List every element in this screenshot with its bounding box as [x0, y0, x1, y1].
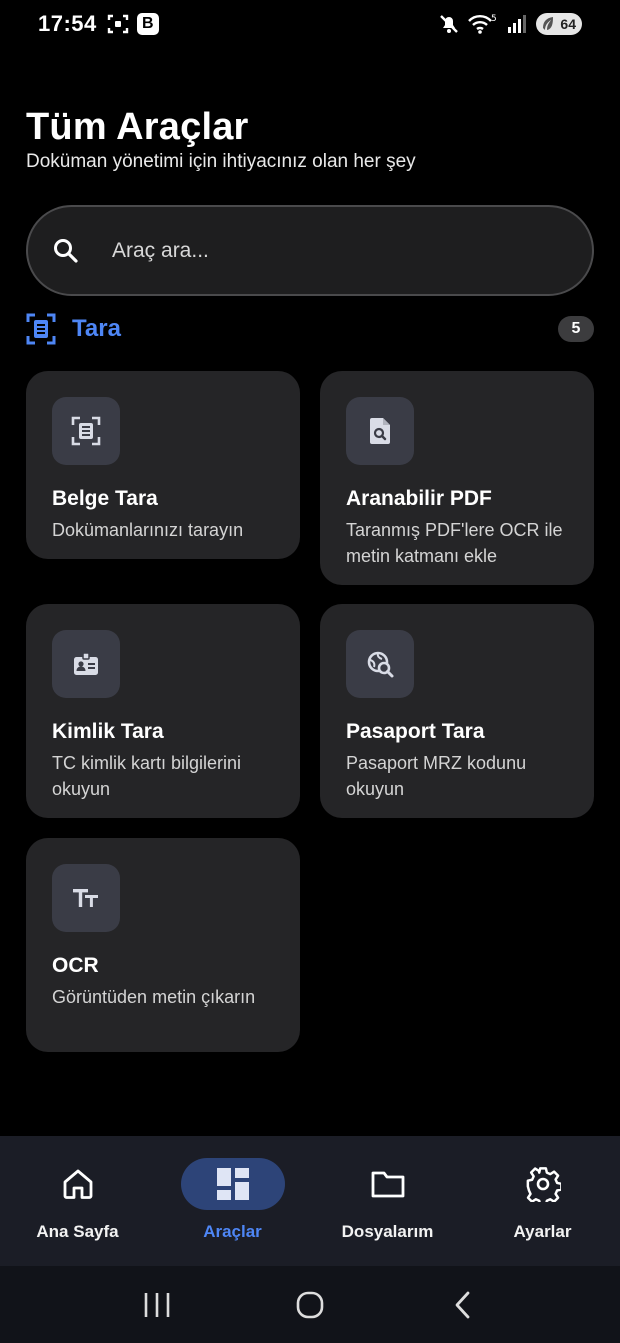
status-system-icons: 5 64	[438, 13, 582, 35]
tool-card-ocr[interactable]: OCR Görüntüden metin çıkarın	[26, 838, 300, 1052]
searchable-pdf-icon	[370, 418, 390, 444]
status-notification-icons: B	[107, 13, 159, 35]
document-scan-icon	[71, 416, 101, 446]
tool-card-kimlik-tara[interactable]: Kimlik Tara TC kimlik kartı bilgilerini …	[26, 604, 300, 818]
system-home-button[interactable]	[280, 1280, 340, 1330]
status-bar: 17:54 B 5 64	[0, 0, 620, 48]
wifi-icon: 5	[468, 13, 498, 35]
nav-label: Araçlar	[203, 1222, 262, 1241]
nav-item-dosyalarim[interactable]: Dosyalarım	[310, 1136, 465, 1266]
search-bar[interactable]	[26, 205, 594, 296]
nav-item-ana-sayfa[interactable]: Ana Sayfa	[0, 1136, 155, 1266]
folder-icon	[371, 1171, 404, 1198]
section-title: Tara	[72, 315, 121, 342]
leaf-icon	[543, 17, 553, 30]
battery-indicator: 64	[536, 13, 582, 35]
tool-card-aranabilir-pdf[interactable]: Aranabilir PDF Taranmış PDF'lere OCR ile…	[320, 371, 594, 585]
card-icon-container	[346, 397, 414, 465]
recents-icon	[144, 1292, 169, 1317]
signal-icon	[506, 13, 528, 35]
card-description: Görüntüden metin çıkarın	[52, 987, 256, 1007]
id-card-icon	[74, 652, 98, 675]
document-scan-icon	[26, 313, 56, 345]
card-icon-container	[52, 630, 120, 698]
card-title: Aranabilir PDF	[346, 487, 492, 510]
section-header-tara: Tara 5	[26, 310, 594, 348]
back-button[interactable]	[433, 1280, 493, 1330]
mute-icon	[438, 13, 460, 35]
home-icon	[63, 1169, 92, 1199]
card-description: Pasaport MRZ kodunu okuyun	[346, 753, 527, 799]
card-icon-container	[52, 397, 120, 465]
gear-icon	[526, 1167, 561, 1202]
home-circle-icon	[296, 1291, 324, 1318]
passport-search-icon	[367, 651, 394, 678]
app-b-icon: B	[136, 13, 159, 35]
page-subtitle: Doküman yönetimi için ihtiyacınız olan h…	[26, 151, 416, 172]
tool-card-pasaport-tara[interactable]: Pasaport Tara Pasaport MRZ kodunu okuyun	[320, 604, 594, 818]
system-navigation-bar	[0, 1266, 620, 1343]
card-icon-container	[52, 864, 120, 932]
card-description: Taranmış PDF'lere OCR ile metin katmanı …	[346, 520, 563, 566]
nav-item-ayarlar[interactable]: Ayarlar	[465, 1136, 620, 1266]
tool-card-belge-tara[interactable]: Belge Tara Dokümanlarınızı tarayın	[26, 371, 300, 559]
card-icon-container	[346, 630, 414, 698]
search-input[interactable]	[112, 238, 532, 263]
page-title: Tüm Araçlar	[26, 106, 249, 148]
wifi-level: 5	[491, 14, 497, 24]
battery-level: 64	[560, 16, 576, 32]
nav-label: Ayarlar	[513, 1222, 572, 1241]
nav-item-araclar[interactable]: Araçlar	[155, 1136, 310, 1266]
card-description: Dokümanlarınızı tarayın	[52, 520, 244, 540]
back-icon	[455, 1291, 470, 1318]
recents-button[interactable]	[127, 1280, 187, 1330]
dashboard-icon	[216, 1168, 249, 1200]
card-title: Pasaport Tara	[346, 720, 485, 743]
status-time: 17:54	[38, 11, 97, 36]
card-title: OCR	[52, 954, 99, 977]
nav-label: Dosyalarım	[341, 1222, 434, 1241]
text-size-icon	[73, 889, 98, 907]
bottom-navigation: Ana Sayfa Araçlar Dosyalarım Ayarlar	[0, 1136, 620, 1266]
screenshot-icon	[107, 13, 129, 35]
tool-count-badge: 5	[558, 316, 594, 342]
search-icon	[54, 238, 78, 263]
card-title: Kimlik Tara	[52, 720, 164, 743]
card-title: Belge Tara	[52, 487, 158, 510]
card-description: TC kimlik kartı bilgilerini okuyun	[52, 753, 242, 799]
nav-label: Ana Sayfa	[36, 1222, 119, 1241]
